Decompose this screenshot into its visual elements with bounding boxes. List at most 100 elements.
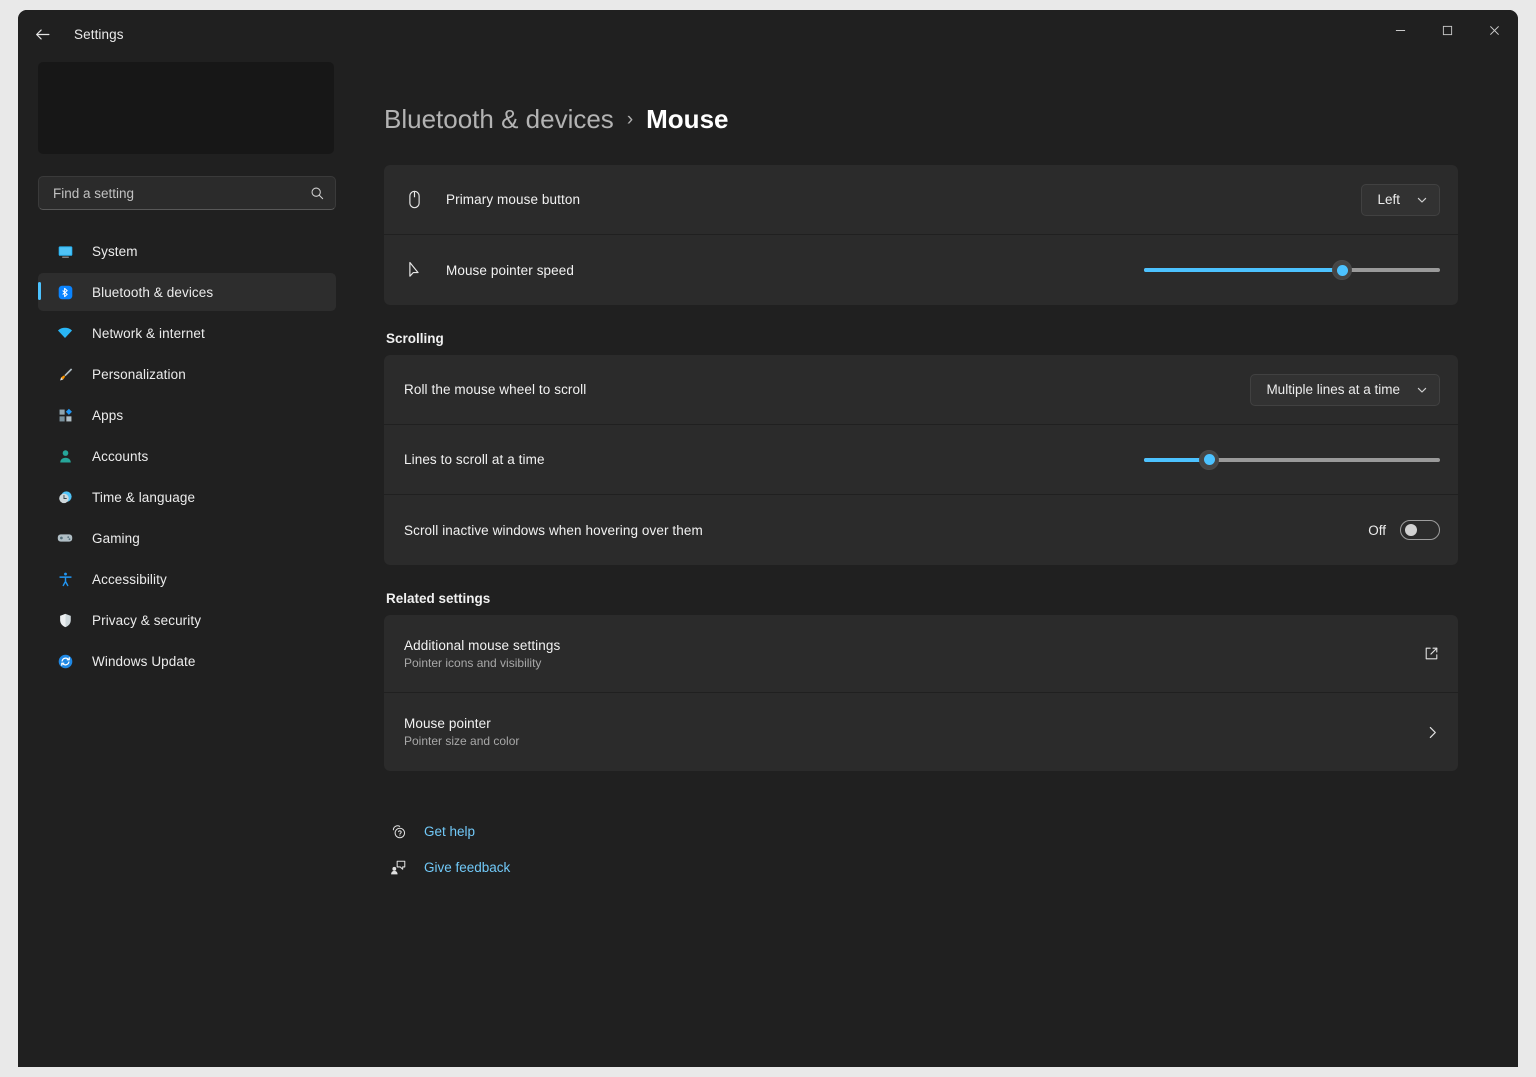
mouse-settings-group: Primary mouse button Left Mouse p	[384, 165, 1458, 305]
title-bar: Settings	[18, 10, 1518, 58]
mouse-icon	[404, 189, 446, 210]
slider-thumb[interactable]	[1199, 450, 1219, 470]
scrolling-heading: Scrolling	[386, 331, 1458, 346]
give-feedback-label: Give feedback	[424, 860, 510, 875]
row-text: Mouse pointer Pointer size and color	[404, 716, 1413, 748]
user-profile-card[interactable]	[38, 62, 334, 154]
help-links: Get help Give feedback	[384, 813, 1458, 885]
sidebar: System Bluetooth & devices Network & int…	[18, 58, 356, 1067]
bluetooth-icon	[52, 284, 78, 301]
scroll-inactive-windows-row: Scroll inactive windows when hovering ov…	[384, 495, 1458, 565]
get-help-link-row[interactable]: Get help	[384, 813, 1458, 849]
related-settings-group: Additional mouse settings Pointer icons …	[384, 615, 1458, 771]
paintbrush-icon	[52, 366, 78, 383]
primary-mouse-button-dropdown[interactable]: Left	[1361, 184, 1440, 216]
row-title: Additional mouse settings	[404, 638, 1411, 653]
search-box[interactable]	[38, 176, 336, 210]
scroll-inactive-windows-label: Scroll inactive windows when hovering ov…	[404, 523, 1368, 538]
slider-thumb[interactable]	[1332, 260, 1352, 280]
related-settings-heading: Related settings	[386, 591, 1458, 606]
sidebar-item-label: Accessibility	[92, 572, 167, 587]
dropdown-value: Left	[1377, 192, 1400, 207]
chevron-down-icon	[1416, 384, 1428, 396]
primary-mouse-button-label: Primary mouse button	[446, 192, 1361, 207]
toggle-state-label: Off	[1368, 523, 1386, 538]
sidebar-item-time-language[interactable]: Time & language	[38, 478, 336, 516]
external-link-icon	[1423, 645, 1440, 662]
toggle-knob	[1405, 524, 1417, 536]
minimize-button[interactable]	[1377, 10, 1424, 50]
dropdown-value: Multiple lines at a time	[1266, 382, 1400, 397]
wheel-scroll-label: Roll the mouse wheel to scroll	[404, 382, 1250, 397]
sidebar-nav: System Bluetooth & devices Network & int…	[34, 232, 340, 680]
close-button[interactable]	[1471, 10, 1518, 50]
row-text: Additional mouse settings Pointer icons …	[404, 638, 1411, 670]
search-icon	[310, 186, 325, 201]
sidebar-item-label: Time & language	[92, 490, 195, 505]
app-title: Settings	[74, 27, 124, 42]
back-button[interactable]	[24, 18, 60, 50]
search-input[interactable]	[53, 186, 310, 201]
monitor-icon	[52, 243, 78, 260]
scroll-inactive-toggle[interactable]	[1400, 520, 1440, 540]
page-title: Mouse	[646, 104, 728, 135]
sidebar-item-apps[interactable]: Apps	[38, 396, 336, 434]
get-help-label: Get help	[424, 824, 475, 839]
sidebar-item-label: Gaming	[92, 531, 140, 546]
sidebar-item-gaming[interactable]: Gaming	[38, 519, 336, 557]
sidebar-item-label: Privacy & security	[92, 613, 201, 628]
wheel-scroll-row: Roll the mouse wheel to scroll Multiple …	[384, 355, 1458, 425]
row-title: Mouse pointer	[404, 716, 1413, 731]
accessibility-icon	[52, 571, 78, 588]
sidebar-item-personalization[interactable]: Personalization	[38, 355, 336, 393]
row-subtitle: Pointer size and color	[404, 734, 1413, 748]
chevron-down-icon	[1416, 194, 1428, 206]
wifi-icon	[52, 324, 78, 342]
mouse-pointer-speed-slider[interactable]	[1144, 254, 1440, 286]
sidebar-item-label: Bluetooth & devices	[92, 285, 213, 300]
sidebar-item-system[interactable]: System	[38, 232, 336, 270]
sidebar-item-bluetooth-devices[interactable]: Bluetooth & devices	[38, 273, 336, 311]
content-area: Bluetooth & devices › Mouse Primary mous…	[356, 58, 1518, 1067]
lines-to-scroll-row: Lines to scroll at a time	[384, 425, 1458, 495]
window-controls	[1377, 10, 1518, 58]
lines-to-scroll-slider[interactable]	[1144, 444, 1440, 476]
get-help-icon	[386, 822, 410, 841]
sidebar-item-label: Personalization	[92, 367, 186, 382]
person-icon	[52, 448, 78, 465]
sidebar-item-accessibility[interactable]: Accessibility	[38, 560, 336, 598]
maximize-button[interactable]	[1424, 10, 1471, 50]
shield-icon	[52, 612, 78, 629]
sidebar-item-label: Apps	[92, 408, 123, 423]
feedback-icon	[386, 858, 410, 877]
row-subtitle: Pointer icons and visibility	[404, 656, 1411, 670]
sidebar-item-label: Windows Update	[92, 654, 195, 669]
settings-window: Settings	[18, 10, 1518, 1067]
wheel-scroll-dropdown[interactable]: Multiple lines at a time	[1250, 374, 1440, 406]
primary-mouse-button-row: Primary mouse button Left	[384, 165, 1458, 235]
sidebar-item-network-internet[interactable]: Network & internet	[38, 314, 336, 352]
lines-to-scroll-label: Lines to scroll at a time	[404, 452, 1144, 467]
apps-icon	[52, 407, 78, 424]
sidebar-item-windows-update[interactable]: Windows Update	[38, 642, 336, 680]
sidebar-item-label: Network & internet	[92, 326, 205, 341]
mouse-pointer-speed-row: Mouse pointer speed	[384, 235, 1458, 305]
sidebar-item-label: System	[92, 244, 138, 259]
clock-icon	[52, 489, 78, 506]
sidebar-item-label: Accounts	[92, 449, 148, 464]
window-body: System Bluetooth & devices Network & int…	[18, 58, 1518, 1067]
breadcrumb: Bluetooth & devices › Mouse	[384, 104, 1458, 135]
give-feedback-link-row[interactable]: Give feedback	[384, 849, 1458, 885]
breadcrumb-parent[interactable]: Bluetooth & devices	[384, 104, 614, 135]
chevron-right-icon	[1425, 725, 1440, 740]
scrolling-group: Roll the mouse wheel to scroll Multiple …	[384, 355, 1458, 565]
update-icon	[52, 653, 78, 670]
breadcrumb-separator: ›	[627, 109, 633, 131]
sidebar-item-privacy-security[interactable]: Privacy & security	[38, 601, 336, 639]
slider-fill	[1144, 268, 1342, 272]
gamepad-icon	[52, 529, 78, 547]
additional-mouse-settings-row[interactable]: Additional mouse settings Pointer icons …	[384, 615, 1458, 693]
sidebar-item-accounts[interactable]: Accounts	[38, 437, 336, 475]
mouse-pointer-row[interactable]: Mouse pointer Pointer size and color	[384, 693, 1458, 771]
scroll-inactive-toggle-wrap: Off	[1368, 520, 1440, 540]
